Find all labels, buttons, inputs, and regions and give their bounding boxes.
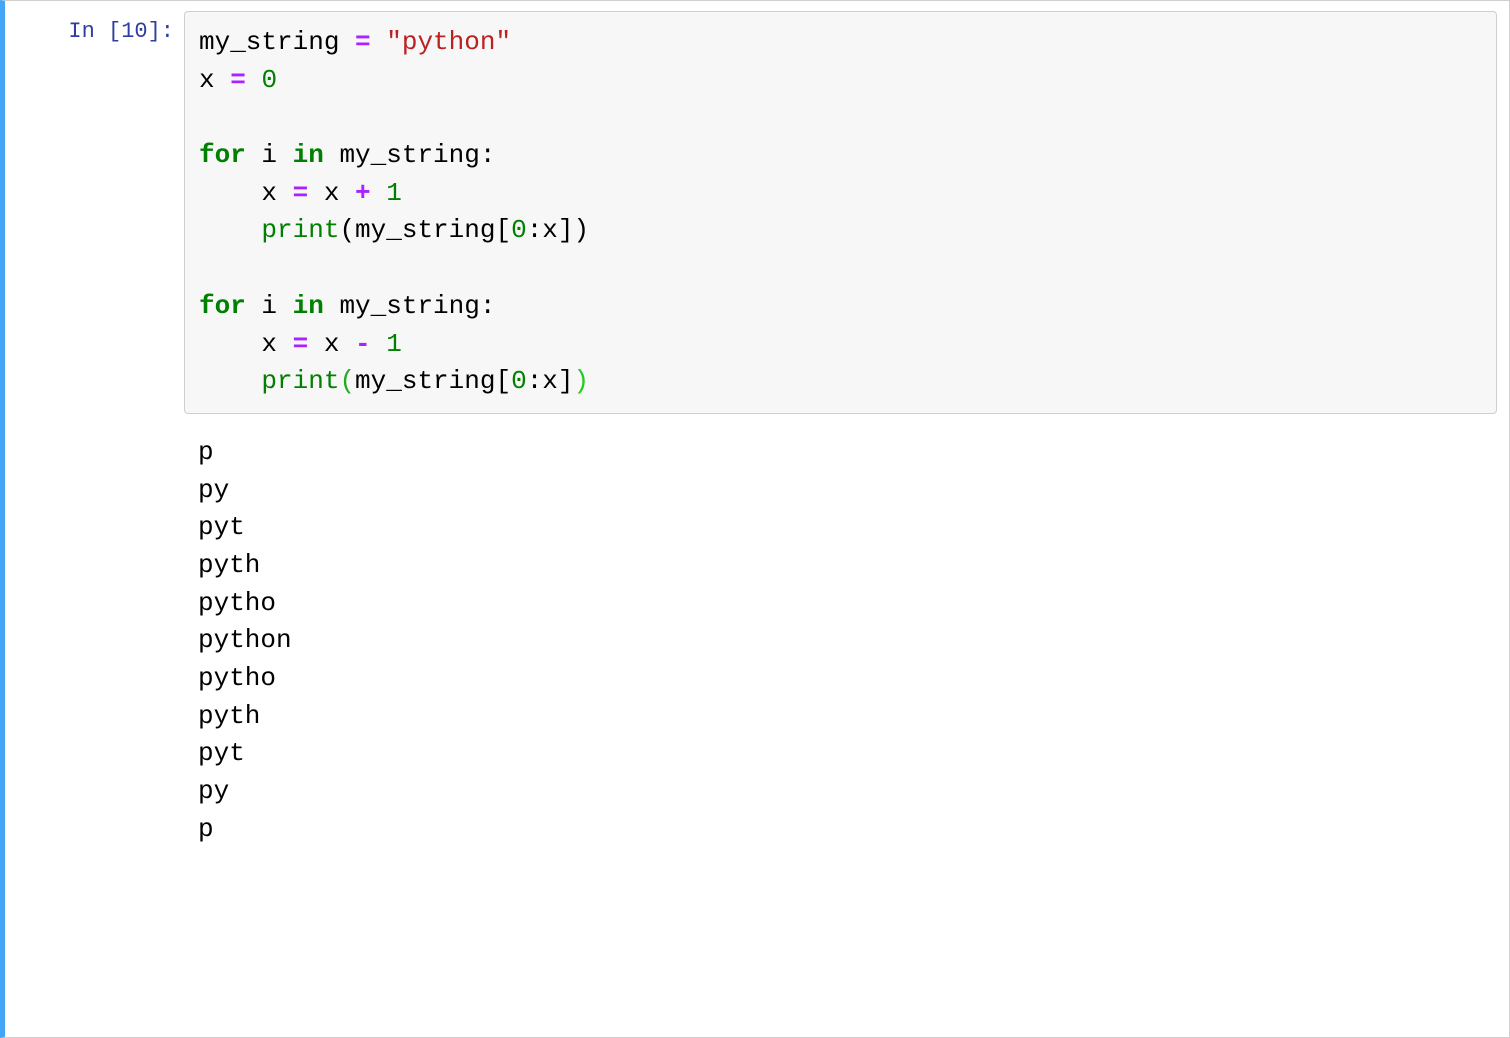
code-token: my_string: — [324, 140, 496, 170]
code-token — [371, 329, 387, 359]
code-token: for — [199, 291, 246, 321]
code-token: 1 — [386, 329, 402, 359]
code-token: my_string[ — [355, 366, 511, 396]
code-token: 0 — [511, 366, 527, 396]
code-token: 0 — [261, 65, 277, 95]
code-token: = — [293, 178, 309, 208]
execution-count: 10 — [121, 19, 147, 44]
code-token: in — [293, 140, 324, 170]
code-token: = — [230, 65, 246, 95]
code-token: + — [355, 178, 371, 208]
code-token: (my_string[ — [339, 215, 511, 245]
code-token: - — [355, 329, 371, 359]
code-token: in — [293, 291, 324, 321]
code-token: :x]) — [527, 215, 589, 245]
code-token: x — [199, 329, 293, 359]
code-token — [199, 366, 261, 396]
code-token: print — [261, 366, 339, 396]
prompt-prefix: In [ — [68, 19, 121, 44]
code-token: ( — [339, 366, 355, 396]
code-token — [371, 27, 387, 57]
code-token — [246, 65, 262, 95]
code-token: 0 — [511, 215, 527, 245]
code-input[interactable]: my_string = "python" x = 0 for i in my_s… — [184, 11, 1497, 414]
cell-output: p py pyt pyth pytho python pytho pyth py… — [184, 414, 1497, 849]
code-token: my_string: — [324, 291, 496, 321]
code-token: = — [355, 27, 371, 57]
code-token: :x] — [527, 366, 574, 396]
code-token: i — [246, 140, 293, 170]
prompt-suffix: ]: — [148, 19, 174, 44]
code-token: print — [261, 215, 339, 245]
notebook-cell: In [10]: my_string = "python" x = 0 for … — [0, 0, 1510, 1038]
input-prompt: In [10]: — [5, 1, 180, 1037]
code-token: x — [308, 178, 355, 208]
code-token: x — [308, 329, 355, 359]
code-token — [371, 178, 387, 208]
code-token: 1 — [386, 178, 402, 208]
code-token: = — [293, 329, 309, 359]
code-token — [199, 215, 261, 245]
code-token: "python" — [386, 27, 511, 57]
code-token: ) — [574, 366, 590, 396]
code-token: i — [246, 291, 293, 321]
code-token: for — [199, 140, 246, 170]
code-token: my_string — [199, 27, 355, 57]
cell-content: my_string = "python" x = 0 for i in my_s… — [180, 1, 1509, 1037]
code-token: x — [199, 65, 230, 95]
code-token: x — [199, 178, 293, 208]
